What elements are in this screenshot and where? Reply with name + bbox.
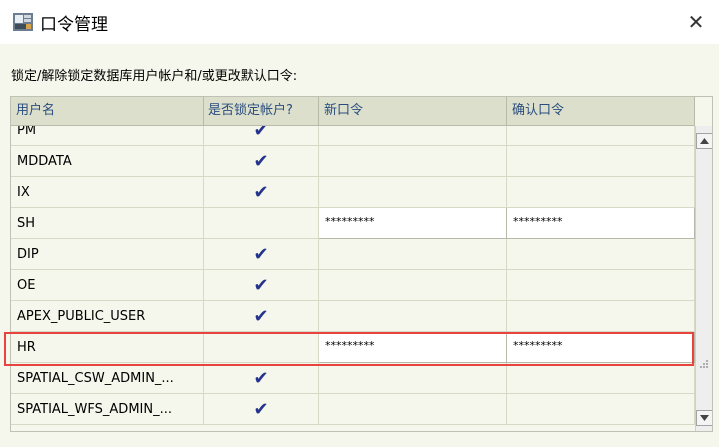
checkmark-icon: ✔ [253, 368, 269, 389]
new-password-field[interactable] [319, 239, 507, 270]
arrow-up-icon [700, 138, 709, 144]
table-row[interactable]: HR ********* ********* [11, 332, 695, 363]
checkmark-icon: ✔ [253, 182, 269, 203]
new-password-field[interactable] [319, 301, 507, 332]
lock-account-checkbox[interactable]: ✔ [204, 394, 319, 425]
username-cell: IX [11, 177, 204, 208]
lock-account-checkbox[interactable]: ✔ [204, 363, 319, 394]
checkmark-icon: ✔ [253, 126, 269, 141]
confirm-password-field[interactable] [507, 177, 695, 208]
column-header-locked[interactable]: 是否锁定帐户? [204, 97, 319, 125]
new-password-field[interactable] [319, 270, 507, 301]
lock-account-checkbox[interactable]: ✔ [204, 301, 319, 332]
title-bar: 口令管理 ✕ [0, 0, 719, 44]
table-row[interactable]: SPATIAL_CSW_ADMIN_... ✔ [11, 363, 695, 394]
confirm-password-field[interactable] [507, 239, 695, 270]
new-password-field[interactable] [319, 177, 507, 208]
username-cell: OE [11, 270, 204, 301]
app-icon [13, 13, 33, 31]
lock-account-checkbox[interactable]: ✔ [204, 146, 319, 177]
username-cell: PM [11, 126, 204, 146]
table-row[interactable]: APEX_PUBLIC_USER ✔ [11, 301, 695, 332]
close-button[interactable]: ✕ [673, 0, 719, 44]
new-password-value: ********* [325, 339, 375, 352]
grid-body: PM ✔ MDDATA ✔ IX ✔ SH ********* ********* DIP ✔ OE ✔… [11, 126, 695, 431]
checkmark-icon: ✔ [253, 244, 269, 265]
scroll-down-button[interactable] [696, 410, 712, 426]
table-row[interactable]: DIP ✔ [11, 239, 695, 270]
new-password-field[interactable]: ********* [319, 208, 507, 239]
password-grid: 用户名 是否锁定帐户? 新口令 确认口令 PM ✔ MDDATA ✔ IX ✔ SH ****… [10, 96, 713, 432]
lock-account-checkbox[interactable]: ✔ [204, 177, 319, 208]
new-password-field[interactable] [319, 363, 507, 394]
vertical-scrollbar[interactable] [695, 126, 712, 431]
lock-account-checkbox[interactable]: ✔ [204, 126, 319, 146]
column-header-username[interactable]: 用户名 [11, 97, 204, 125]
table-row[interactable]: SH ********* ********* [11, 208, 695, 239]
arrow-down-icon [700, 415, 709, 421]
confirm-password-field[interactable] [507, 126, 695, 146]
instruction-text: 锁定/解除锁定数据库用户帐户和/或更改默认口令: [11, 69, 298, 84]
lock-account-checkbox[interactable]: ✔ [204, 270, 319, 301]
lock-account-checkbox[interactable] [204, 332, 319, 363]
confirm-password-field[interactable] [507, 363, 695, 394]
username-cell: SH [11, 208, 204, 239]
checkmark-icon: ✔ [253, 151, 269, 172]
new-password-field[interactable] [319, 146, 507, 177]
username-cell: HR [11, 332, 204, 363]
username-cell: SPATIAL_WFS_ADMIN_... [11, 394, 204, 425]
checkmark-icon: ✔ [253, 275, 269, 296]
confirm-password-value: ********* [513, 339, 563, 352]
table-row[interactable]: PM ✔ [11, 126, 695, 146]
column-header-new-password[interactable]: 新口令 [319, 97, 507, 125]
resize-grip-icon [700, 360, 708, 368]
username-cell: DIP [11, 239, 204, 270]
new-password-field[interactable] [319, 394, 507, 425]
close-icon: ✕ [687, 10, 705, 34]
table-row[interactable]: OE ✔ [11, 270, 695, 301]
new-password-field[interactable]: ********* [319, 332, 507, 363]
column-header-confirm-password[interactable]: 确认口令 [507, 97, 695, 125]
lock-account-checkbox[interactable] [204, 208, 319, 239]
username-cell: APEX_PUBLIC_USER [11, 301, 204, 332]
table-row[interactable]: IX ✔ [11, 177, 695, 208]
confirm-password-value: ********* [513, 215, 563, 228]
lock-account-checkbox[interactable]: ✔ [204, 239, 319, 270]
checkmark-icon: ✔ [253, 399, 269, 420]
username-cell: SPATIAL_CSW_ADMIN_... [11, 363, 204, 394]
table-row[interactable]: SPATIAL_WFS_ADMIN_... ✔ [11, 394, 695, 425]
scroll-up-button[interactable] [696, 133, 712, 149]
confirm-password-field[interactable] [507, 146, 695, 177]
new-password-value: ********* [325, 215, 375, 228]
confirm-password-field[interactable] [507, 270, 695, 301]
username-cell: MDDATA [11, 146, 204, 177]
confirm-password-field[interactable]: ********* [507, 208, 695, 239]
new-password-field[interactable] [319, 126, 507, 146]
confirm-password-field[interactable] [507, 394, 695, 425]
checkmark-icon: ✔ [253, 306, 269, 327]
confirm-password-field[interactable] [507, 301, 695, 332]
confirm-password-field[interactable]: ********* [507, 332, 695, 363]
window-title: 口令管理 [40, 15, 108, 35]
grid-header: 用户名 是否锁定帐户? 新口令 确认口令 [11, 97, 695, 126]
table-row[interactable]: MDDATA ✔ [11, 146, 695, 177]
